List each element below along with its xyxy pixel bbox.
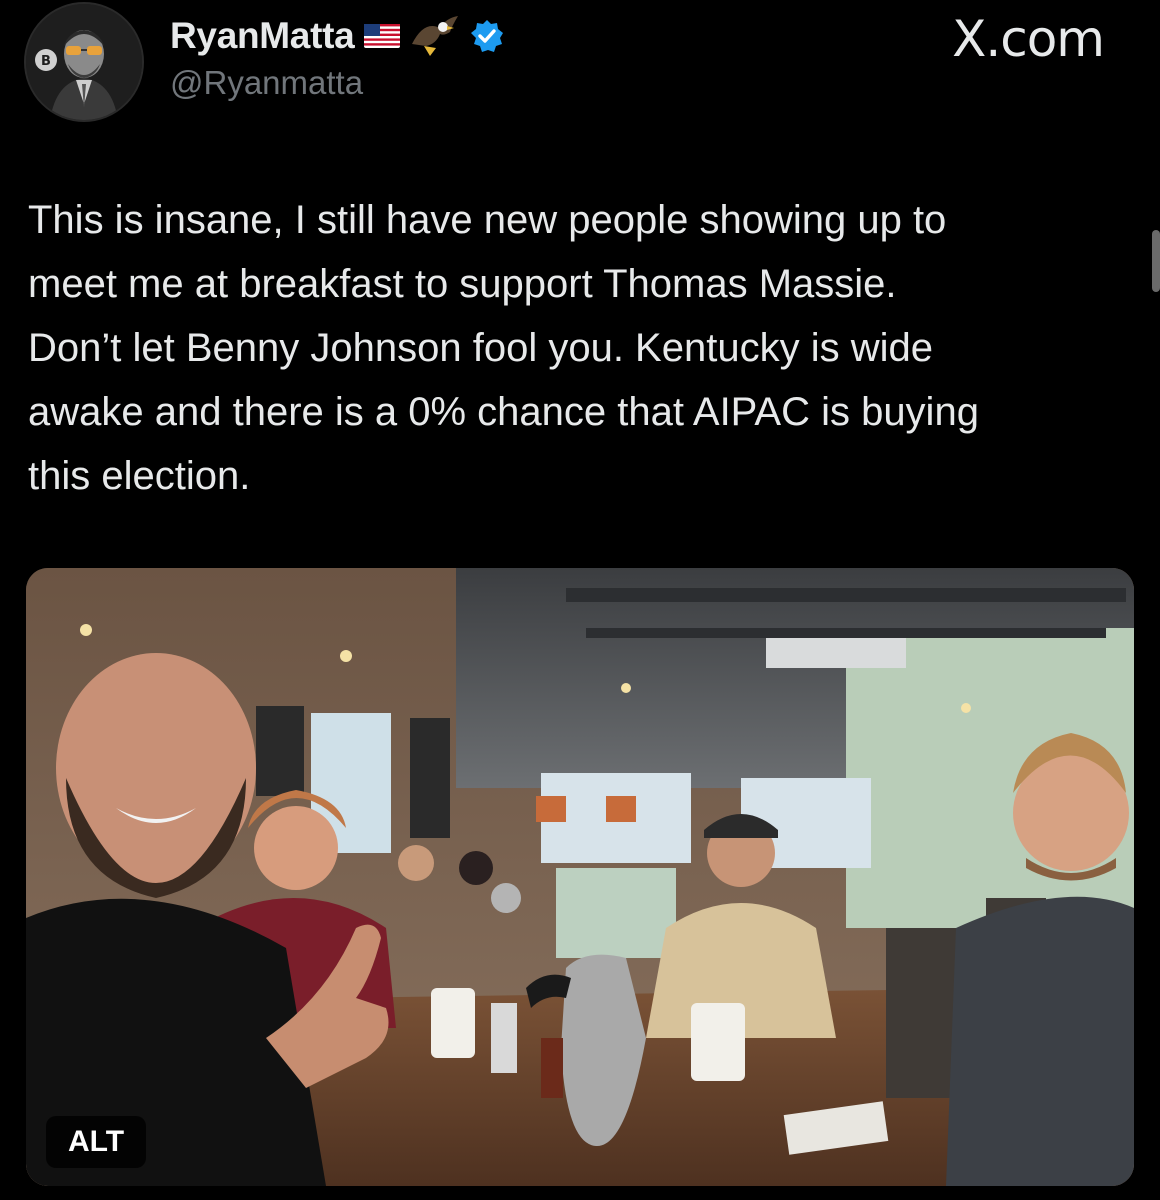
tweet-photo[interactable] [26,568,1134,1186]
author-name-row: RyanMatta [170,12,504,60]
tweet-text: This is insane, I still have new people … [28,198,979,498]
us-flag-icon [364,24,401,48]
author-handle[interactable]: @Ryanmatta [170,64,363,102]
photo-image [26,568,1134,1186]
author-display-name[interactable]: RyanMatta [170,15,355,57]
scrollbar-thumb[interactable] [1152,230,1160,292]
x-brand-label: X.com [952,10,1105,68]
alt-text-button[interactable]: ALT [46,1116,146,1168]
avatar-icon: B [26,4,142,120]
verified-badge-icon [470,19,504,53]
avatar[interactable]: B [24,2,144,122]
svg-text:B: B [41,54,51,69]
eagle-icon [410,14,460,58]
